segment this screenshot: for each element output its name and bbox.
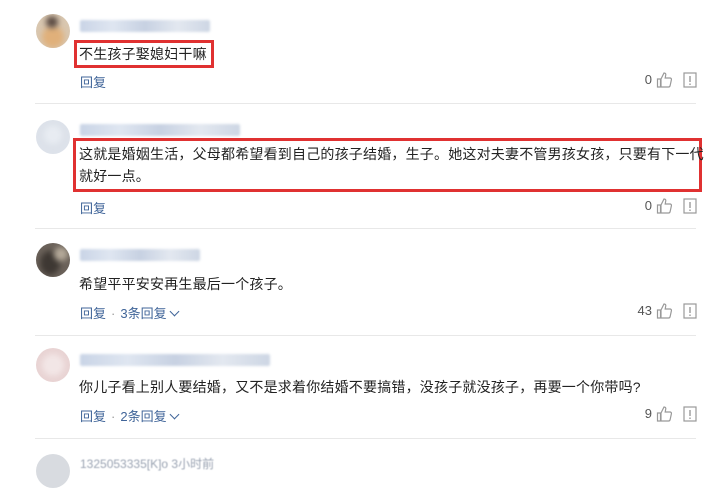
like-count: 0 <box>644 72 652 87</box>
comment-actions: 回复 · 2条回复 <box>80 406 180 425</box>
username-partial[interactable]: 1325053335[K]o 3小时前 <box>80 455 214 472</box>
username-blurred[interactable] <box>80 20 210 32</box>
thumbs-up-icon[interactable] <box>656 72 672 88</box>
reply-button[interactable]: 回复 <box>80 75 106 90</box>
avatar[interactable] <box>36 243 70 277</box>
username-blurred[interactable] <box>80 354 270 366</box>
thumbs-up-icon[interactable] <box>656 198 672 214</box>
comment-item-1: 不生孩子娶媳妇干嘛 回复 0 <box>0 0 712 100</box>
avatar[interactable] <box>36 454 70 488</box>
avatar[interactable] <box>36 14 70 48</box>
chevron-down-icon <box>169 306 180 317</box>
like-count: 9 <box>644 406 652 421</box>
replies-count: 3条回复 <box>120 306 167 321</box>
reply-button[interactable]: 回复 <box>80 306 106 321</box>
avatar[interactable] <box>36 120 70 154</box>
thumbs-up-icon[interactable] <box>656 406 672 422</box>
reply-button[interactable]: 回复 <box>80 409 106 424</box>
comment-item-5-partial: 1325053335[K]o 3小时前 <box>0 440 712 488</box>
chevron-down-icon <box>169 409 180 420</box>
comment-text: 不生孩子娶媳妇干嘛 <box>79 46 207 62</box>
comment-actions: 回复 <box>80 198 106 217</box>
comment-text: 这就是婚姻生活，父母都希望看到自己的孩子结婚，生子。她这对夫妻不管男孩女孩，只要… <box>79 146 704 184</box>
view-replies-button[interactable]: 3条回复 <box>120 306 180 321</box>
comment-item-4: 你儿子看上别人要结婚，又不是求着你结婚不要搞错，没孩子就没孩子，再要一个你带吗?… <box>0 336 712 440</box>
report-icon[interactable] <box>683 303 697 319</box>
username-blurred[interactable] <box>80 124 240 136</box>
divider <box>35 438 696 439</box>
view-replies-button[interactable]: 2条回复 <box>120 409 180 424</box>
report-icon[interactable] <box>683 198 697 214</box>
comment-actions: 回复 <box>80 72 106 91</box>
username-blurred[interactable] <box>80 249 200 261</box>
avatar[interactable] <box>36 348 70 382</box>
reply-button[interactable]: 回复 <box>80 201 106 216</box>
replies-count: 2条回复 <box>120 409 167 424</box>
report-icon[interactable] <box>683 406 697 422</box>
like-count: 0 <box>644 198 652 213</box>
comment-text: 希望平平安安再生最后一个孩子。 <box>79 276 292 292</box>
like-count: 43 <box>637 303 652 318</box>
comment-item-2: 这就是婚姻生活，父母都希望看到自己的孩子结婚，生子。她这对夫妻不管男孩女孩，只要… <box>0 104 712 228</box>
thumbs-up-icon[interactable] <box>656 303 672 319</box>
comment-item-3: 希望平平安安再生最后一个孩子。 回复 · 3条回复 43 <box>0 229 712 341</box>
comment-text: 你儿子看上别人要结婚，又不是求着你结婚不要搞错，没孩子就没孩子，再要一个你带吗? <box>79 379 641 395</box>
comment-actions: 回复 · 3条回复 <box>80 303 180 322</box>
report-icon[interactable] <box>683 72 697 88</box>
